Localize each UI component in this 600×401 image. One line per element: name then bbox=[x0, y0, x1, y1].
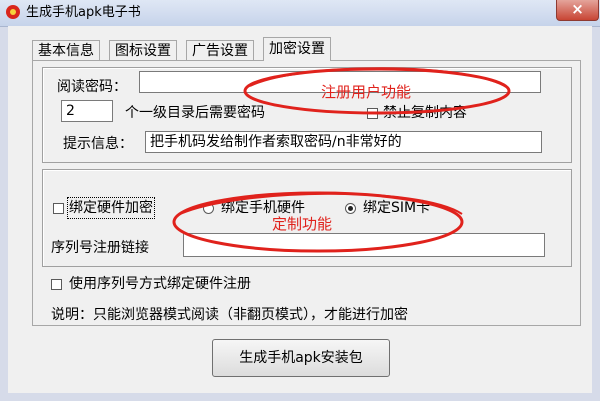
serial-link-label: 序列号注册链接 bbox=[51, 240, 149, 256]
tab-basic-info[interactable]: 基本信息 bbox=[32, 40, 100, 60]
disable-copy-label: 禁止复制内容 bbox=[383, 105, 467, 121]
radio-dot-icon bbox=[348, 206, 353, 211]
bind-sim-radio[interactable] bbox=[345, 203, 356, 214]
encryption-note: 说明：只能浏览器模式阅读（非翻页模式），才能进行加密 bbox=[51, 307, 408, 323]
window-title: 生成手机apk电子书 bbox=[26, 5, 141, 20]
close-icon: × bbox=[571, 0, 584, 18]
level-count-input[interactable]: 2 bbox=[61, 100, 113, 122]
hint-input[interactable]: 把手机码发给制作者索取密码/n非常好的 bbox=[145, 131, 542, 153]
encryption-settings-panel: 阅读密码： 2 个一级目录后需要密码 禁止复制内容 提示信息： 把手机码发给制作… bbox=[32, 60, 581, 326]
annotation-bottom-label: 定制功能 bbox=[272, 215, 333, 233]
bind-hardware-checkbox[interactable] bbox=[53, 203, 64, 214]
serial-bind-checkbox[interactable] bbox=[51, 279, 62, 290]
client-area: 基本信息 图标设置 广告设置 加密设置 阅读密码： 2 个一级目录后需要密码 禁… bbox=[8, 26, 592, 393]
bind-sim-label: 绑定SIM卡 bbox=[363, 200, 431, 216]
serial-link-input[interactable] bbox=[183, 233, 545, 257]
app-icon bbox=[6, 5, 20, 19]
bind-hardware-label: 绑定硬件加密 bbox=[67, 197, 155, 219]
disable-copy-checkbox[interactable] bbox=[367, 108, 378, 119]
level-suffix-label: 个一级目录后需要密码 bbox=[125, 105, 265, 121]
tab-icon-settings[interactable]: 图标设置 bbox=[109, 40, 177, 60]
password-label: 阅读密码： bbox=[57, 79, 127, 95]
bind-phone-radio[interactable] bbox=[203, 203, 214, 214]
tab-ad-settings[interactable]: 广告设置 bbox=[186, 40, 254, 60]
tab-encryption-settings[interactable]: 加密设置 bbox=[263, 37, 331, 61]
annotation-top-label: 注册用户功能 bbox=[321, 83, 412, 101]
generate-apk-button[interactable]: 生成手机apk安装包 bbox=[212, 339, 390, 377]
hint-label: 提示信息： bbox=[63, 136, 133, 152]
serial-bind-label: 使用序列号方式绑定硬件注册 bbox=[69, 276, 251, 292]
title-bar: 生成手机apk电子书 × bbox=[0, 0, 600, 27]
close-button[interactable]: × bbox=[556, 0, 599, 21]
